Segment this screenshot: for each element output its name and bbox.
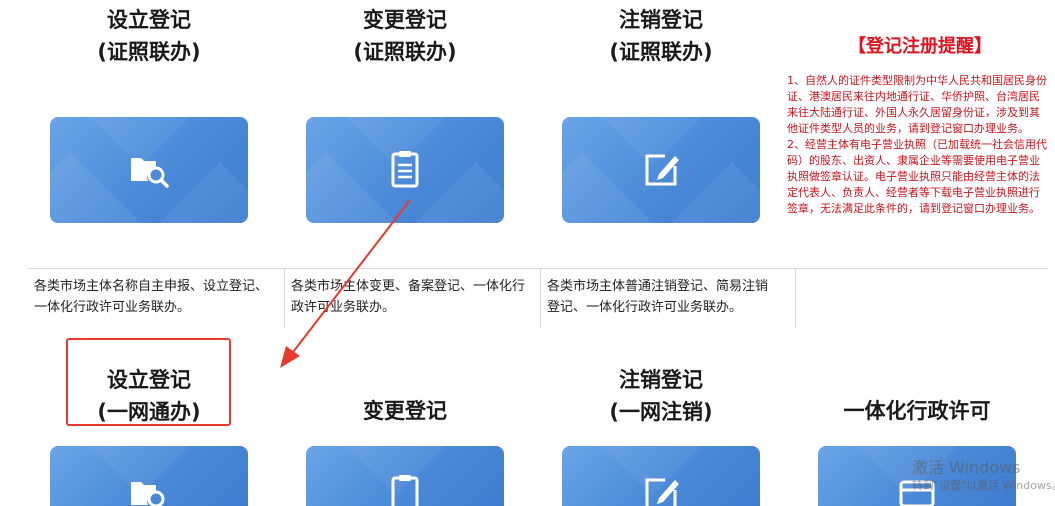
activation-watermark: 激活 Windows 转到"设置"以激活 Windows。 <box>912 458 1055 494</box>
watermark-line: 激活 Windows <box>912 458 1021 477</box>
watermark-line: 转到"设置"以激活 Windows。 <box>912 479 1055 492</box>
arrow-annotation <box>280 199 411 368</box>
